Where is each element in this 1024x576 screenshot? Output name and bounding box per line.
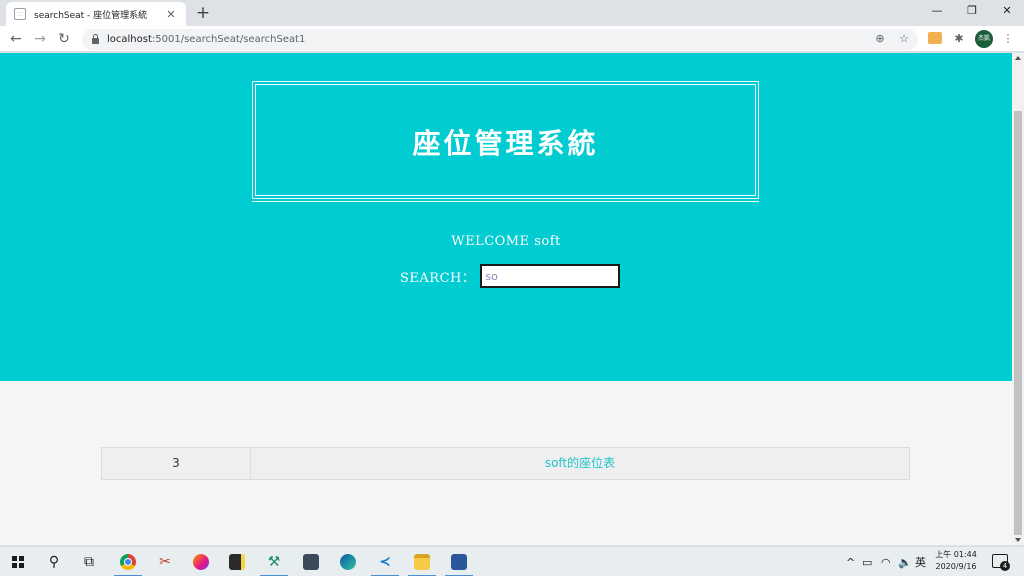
word-icon[interactable] (442, 547, 476, 576)
search-input[interactable] (480, 264, 621, 288)
sticky-notes-icon[interactable] (220, 547, 254, 576)
page-viewport: 座位管理系統 WELCOME soft SEARCH： 3 soft的座位表 (0, 53, 1012, 545)
battery-icon[interactable]: ▭ (862, 547, 872, 576)
wifi-icon[interactable]: ◠ (881, 547, 891, 576)
chrome-icon[interactable] (111, 547, 145, 576)
url-host: localhost (107, 34, 152, 45)
menu-kebab-icon[interactable]: ⋮ (999, 30, 1017, 48)
file-explorer-icon[interactable] (405, 547, 439, 576)
volume-muted-icon[interactable]: 🔈 (898, 547, 912, 576)
url-path: :5001/searchSeat/searchSeat1 (151, 34, 306, 45)
forward-arrow-icon[interactable]: → (30, 29, 50, 49)
calculator-icon[interactable] (294, 547, 328, 576)
hero-banner: 座位管理系統 WELCOME soft SEARCH： (0, 53, 1012, 381)
vscode-icon[interactable]: ≺ (368, 547, 402, 576)
task-view-icon[interactable]: ⧉ (72, 547, 106, 576)
page-icon (14, 8, 26, 20)
scroll-up-icon[interactable] (1015, 56, 1021, 60)
profile-avatar[interactable]: 杰凱 (975, 30, 993, 48)
result-row: 3 soft的座位表 (101, 447, 910, 480)
seat-chart-link[interactable]: soft的座位表 (251, 448, 909, 479)
reload-icon[interactable]: ↻ (54, 29, 74, 49)
extension-icon[interactable] (928, 32, 942, 44)
new-tab-button[interactable]: + (194, 3, 212, 23)
show-hidden-icons[interactable]: ^ (846, 547, 855, 576)
scrollbar-thumb[interactable] (1014, 111, 1022, 535)
close-tab-icon[interactable]: ✕ (164, 8, 178, 21)
extensions-puzzle-icon[interactable]: ✱ (950, 30, 968, 48)
search-row: SEARCH： (400, 264, 621, 288)
edge-icon[interactable] (331, 547, 365, 576)
site-title: 座位管理系統 (412, 127, 599, 160)
snip-icon[interactable]: ✂ (148, 547, 182, 576)
tools-icon[interactable]: ⚒ (257, 547, 291, 576)
search-icon[interactable]: ⚲ (37, 547, 71, 576)
seat-count: 3 (102, 448, 251, 479)
clock-time: 上午 01:44 (935, 550, 977, 559)
start-icon[interactable] (1, 547, 35, 576)
windows-taskbar: ⚲ ⧉ ✂ ⚒ ≺ ^ ▭ ◠ 🔈 英 上午 01:44 2020/9/16 4 (0, 546, 1024, 576)
search-label: SEARCH： (400, 270, 476, 286)
title-frame: 座位管理系統 (252, 81, 759, 202)
lock-icon (92, 34, 99, 44)
scroll-down-icon[interactable] (1015, 538, 1021, 542)
address-bar[interactable]: localhost:5001/searchSeat/searchSeat1 ⊕ … (82, 29, 918, 50)
browser-tab[interactable]: searchSeat - 座位管理系統 ✕ (6, 2, 186, 26)
system-clock[interactable]: 上午 01:44 2020/9/16 (932, 549, 980, 573)
close-window-button[interactable]: ✕ (990, 0, 1024, 22)
url-text[interactable]: localhost:5001/searchSeat/searchSeat1 (107, 34, 305, 45)
tab-title: searchSeat - 座位管理系統 (34, 10, 148, 21)
bookmark-star-icon[interactable]: ☆ (896, 31, 912, 47)
firefox-icon[interactable] (184, 547, 218, 576)
back-arrow-icon[interactable]: ← (6, 29, 26, 49)
clock-date: 2020/9/16 (935, 562, 977, 571)
vertical-scrollbar[interactable] (1012, 53, 1024, 545)
minimize-button[interactable]: — (920, 0, 954, 22)
welcome-text: WELCOME soft (451, 234, 561, 249)
restore-button[interactable]: ❐ (955, 0, 989, 22)
ime-indicator[interactable]: 英 (915, 547, 926, 576)
browser-toolbar: ← → ↻ localhost:5001/searchSeat/searchSe… (0, 26, 1024, 52)
tab-strip: searchSeat - 座位管理系統 ✕ + — ❐ ✕ (0, 0, 1024, 26)
zoom-icon[interactable]: ⊕ (872, 31, 888, 47)
notification-badge: 4 (1000, 561, 1010, 571)
